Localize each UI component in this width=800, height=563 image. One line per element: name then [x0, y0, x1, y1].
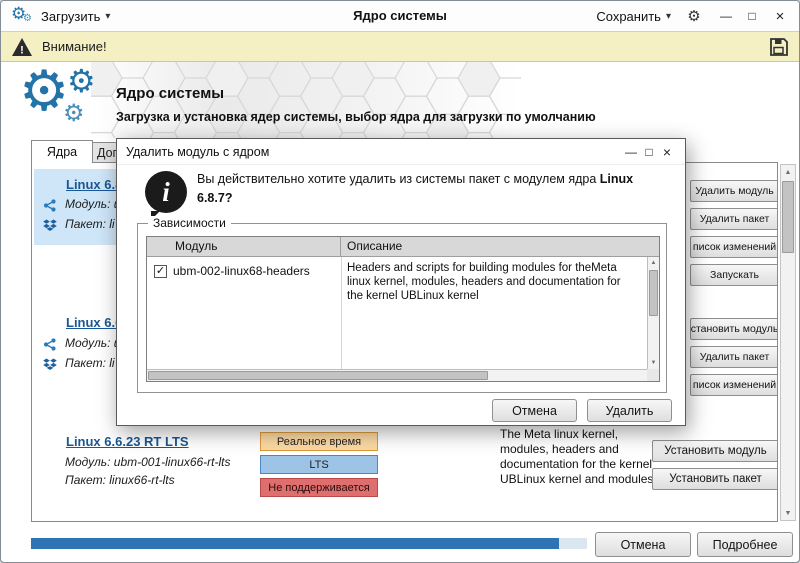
dependency-description: Headers and scripts for building modules…	[347, 261, 639, 303]
remove-package-button[interactable]: Удалить пакет	[690, 346, 778, 368]
progress-fill	[31, 538, 559, 549]
dialog-message: Вы действительно хотите удалить из систе…	[197, 170, 665, 208]
dependencies-groupbox: Зависимости Модуль Описание ✓ ubm-002-li…	[137, 223, 667, 393]
dialog: Удалить модуль с ядром — □ × i Вы действ…	[116, 138, 686, 426]
close-icon: ×	[663, 145, 671, 159]
warning-label: Внимание!	[42, 39, 107, 54]
minimize-icon: —	[625, 146, 637, 158]
module-icon	[43, 199, 56, 212]
floppy-icon	[769, 37, 789, 57]
remove-package-button[interactable]: Удалить пакет	[690, 208, 778, 230]
table-hscroll-thumb[interactable]	[148, 371, 488, 380]
gear-icon: ⚙	[23, 14, 32, 24]
table-header-description[interactable]: Описание	[341, 237, 659, 256]
install-package-button[interactable]: Установить пакет	[652, 468, 778, 490]
hero-gear-large-icon: ⚙	[19, 63, 69, 119]
table-header-module[interactable]: Модуль	[147, 237, 341, 256]
scroll-up-button[interactable]: ▲	[781, 165, 795, 179]
install-module-button[interactable]: становить модуль	[690, 318, 778, 340]
dependencies-table: Модуль Описание ✓ ubm-002-linux68-header…	[146, 236, 660, 382]
package-icon	[43, 358, 57, 371]
tab-kernels[interactable]: Ядра	[31, 140, 93, 163]
progress-bar	[31, 538, 587, 549]
minimize-button[interactable]: —	[717, 8, 735, 24]
save-file-button[interactable]	[769, 37, 789, 57]
save-menu-label: Сохранить	[596, 9, 661, 24]
maximize-button[interactable]: □	[743, 8, 761, 24]
arrow-up-icon: ▲	[785, 169, 792, 176]
package-label: Пакет: li	[65, 217, 115, 231]
warning-icon: !	[11, 37, 33, 57]
main-scrollbar[interactable]: ▲ ▼	[780, 164, 796, 521]
message-text: Вы действительно хотите удалить из систе…	[197, 172, 600, 186]
dependency-checkbox[interactable]: ✓	[154, 265, 167, 278]
arrow-up-icon: ▲	[651, 260, 657, 266]
scroll-corner	[647, 369, 659, 381]
table-scroll-up-button[interactable]: ▲	[648, 257, 659, 269]
minimize-icon: —	[720, 10, 732, 22]
info-icon: i	[145, 171, 187, 213]
table-vscroll-thumb[interactable]	[649, 270, 658, 316]
app-logo-icon: ⚙ ⚙	[11, 4, 37, 28]
dialog-minimize-button[interactable]: —	[622, 144, 640, 160]
hero-gear-medium-icon: ⚙	[67, 65, 96, 97]
dependency-row[interactable]: ✓ ubm-002-linux68-headers Headers and sc…	[147, 257, 647, 317]
install-module-button[interactable]: Установить модуль	[652, 440, 778, 462]
page-subtitle: Загрузка и установка ядер системы, выбор…	[116, 110, 596, 124]
table-hscrollbar[interactable]	[147, 369, 647, 381]
dependency-module-name: ubm-002-linux68-headers	[173, 264, 310, 278]
close-icon: ×	[776, 9, 785, 24]
table-scroll-down-button[interactable]: ▼	[648, 357, 659, 369]
details-button[interactable]: Подробнее	[697, 532, 793, 557]
remove-module-button[interactable]: Удалить модуль	[690, 180, 778, 202]
groupbox-legend: Зависимости	[148, 216, 231, 230]
hero-gear-small-icon: ⚙	[63, 102, 85, 126]
close-button[interactable]: ×	[771, 8, 789, 24]
tag-lts: LTS	[260, 455, 378, 474]
dialog-close-button[interactable]: ×	[658, 144, 676, 160]
main-scrollbar-thumb[interactable]	[782, 181, 794, 253]
maximize-icon: □	[645, 146, 652, 158]
boot-button[interactable]: Запускать	[690, 264, 778, 286]
tag-realtime: Реальное время	[260, 432, 378, 451]
package-label: Пакет: linux66-rt-lts	[65, 473, 175, 487]
save-menu-button[interactable]: Сохранить ▾	[596, 1, 671, 31]
info-glyph: i	[162, 177, 170, 208]
tag-unsupported: Не поддерживается	[260, 478, 378, 497]
page-title: Ядро системы	[116, 85, 224, 102]
table-vscrollbar[interactable]: ▲ ▼	[647, 257, 659, 369]
window-title: Ядро системы	[1, 1, 799, 31]
changelog-button[interactable]: писок изменений	[690, 236, 778, 258]
module-label: Модуль: u	[65, 336, 120, 350]
arrow-down-icon: ▼	[651, 360, 657, 366]
svg-text:!: !	[20, 44, 24, 56]
package-label: Пакет: li	[65, 356, 115, 370]
caret-down-icon: ▾	[666, 11, 671, 22]
settings-button[interactable]: ⚙	[685, 8, 703, 24]
scroll-down-button[interactable]: ▼	[781, 506, 795, 520]
table-header: Модуль Описание	[147, 237, 659, 257]
warning-banner: ! Внимание!	[1, 31, 799, 62]
changelog-button[interactable]: писок изменений	[690, 374, 778, 396]
arrow-down-icon: ▼	[785, 510, 792, 517]
load-menu-label: Загрузить	[41, 9, 100, 24]
module-label: Модуль: u	[65, 197, 120, 211]
dialog-title: Удалить модуль с ядром	[126, 145, 269, 159]
kernel-name-link[interactable]: Linux 6.6.23 RT LTS	[66, 434, 189, 449]
gear-icon: ⚙	[687, 9, 700, 24]
module-icon	[43, 338, 56, 351]
app-window: ⚙ ⚙ Загрузить ▾ Ядро системы Сохранить ▾…	[0, 0, 800, 563]
dialog-maximize-button[interactable]: □	[640, 144, 658, 160]
dialog-delete-button[interactable]: Удалить	[587, 399, 672, 422]
module-label: Модуль: ubm-001-linux66-rt-lts	[65, 455, 231, 469]
titlebar[interactable]: ⚙ ⚙ Загрузить ▾ Ядро системы Сохранить ▾…	[1, 1, 799, 31]
dialog-cancel-button[interactable]: Отмена	[492, 399, 577, 422]
load-menu-button[interactable]: Загрузить ▾	[41, 1, 110, 31]
dialog-titlebar[interactable]: Удалить модуль с ядром — □ ×	[117, 139, 685, 165]
caret-down-icon: ▾	[105, 11, 110, 22]
cancel-button[interactable]: Отмена	[595, 532, 691, 557]
package-icon	[43, 219, 57, 232]
maximize-icon: □	[748, 10, 755, 22]
kernel-description: The Meta linux kernel, modules, headers …	[500, 427, 655, 487]
